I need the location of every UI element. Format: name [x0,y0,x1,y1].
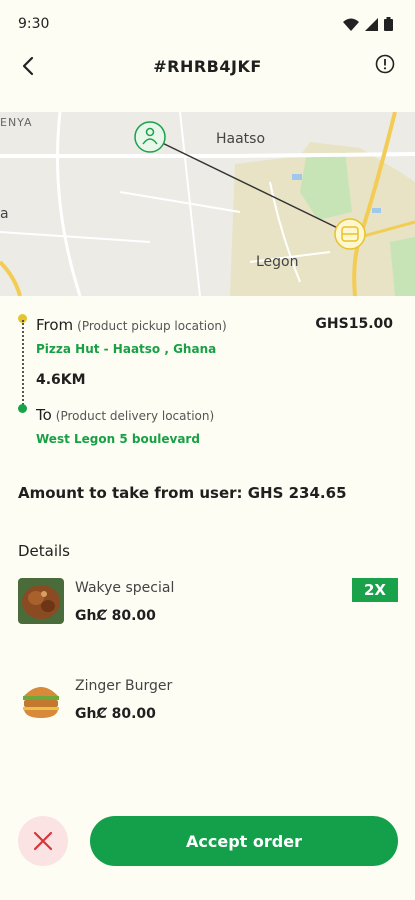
map-label-legon: Legon [256,254,299,270]
map-label-left: a [0,206,9,222]
close-icon [33,831,53,851]
status-time: 9:30 [18,16,50,32]
distance: 4.6KM [36,372,86,388]
delivery-marker-icon[interactable] [334,218,366,250]
battery-icon [384,17,393,31]
wifi-icon [343,18,359,31]
item-name: Zinger Burger [75,678,173,694]
signal-icon [365,17,378,31]
delivery-dot [18,404,27,413]
order-id-title: #RHRB4JKF [153,56,262,76]
pickup-place: Pizza Hut - Haatso , Ghana [36,342,217,356]
info-icon [375,54,395,74]
item-image [18,676,64,722]
item-name: Wakye special [75,580,175,596]
pickup-marker-icon[interactable] [134,121,166,153]
to-hint: (Product delivery location) [55,409,215,423]
info-button[interactable] [371,50,399,78]
back-button[interactable] [14,52,42,80]
from-label: From [36,316,74,334]
item-image [18,578,64,624]
details-title: Details [18,542,71,560]
from-row: From (Product pickup location) [36,316,227,334]
from-hint: (Product pickup location) [77,319,227,333]
order-item: Zinger Burger GhȻ 80.00 [18,676,398,736]
delivery-place: West Legon 5 boulevard [36,432,200,446]
map-label-haatso: Haatso [216,131,266,147]
to-label: To [36,406,52,424]
order-item: Wakye special GhȻ 80.00 2X [18,578,398,638]
route-map[interactable]: ENYA Haatso Legon a [0,112,415,296]
amount-to-collect: Amount to take from user: GHS 234.65 [18,484,347,502]
delivery-fee: GHS15.00 [315,316,393,332]
item-price: GhȻ 80.00 [75,608,156,624]
status-icons [343,17,393,31]
quantity-badge: 2X [352,578,398,602]
to-row: To (Product delivery location) [36,406,214,424]
reject-order-button[interactable] [18,816,68,866]
map-label-enya: ENYA [0,116,33,129]
item-price: GhȻ 80.00 [75,706,156,722]
chevron-left-icon [22,56,34,76]
status-bar: 9:30 [0,0,415,48]
accept-order-button[interactable]: Accept order [90,816,398,866]
header: #RHRB4JKF [0,44,415,88]
route-timeline [22,320,24,408]
